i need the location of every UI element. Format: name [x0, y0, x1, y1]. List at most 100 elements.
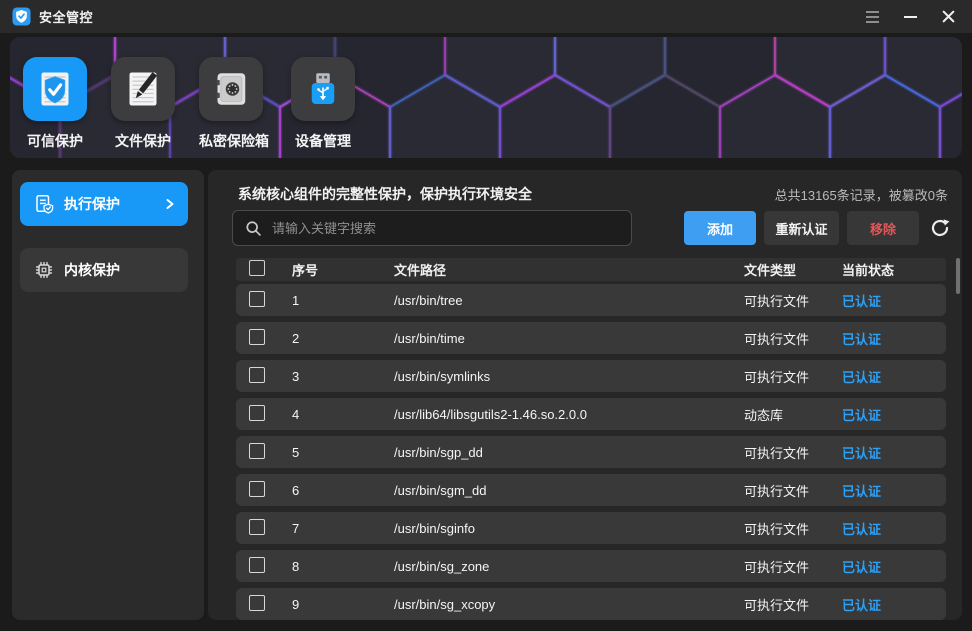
row-checkbox[interactable] [249, 367, 265, 383]
row-index: 8 [292, 559, 394, 574]
row-file-path: /usr/bin/symlinks [394, 369, 744, 384]
row-index: 4 [292, 407, 394, 422]
tab-private-safe[interactable]: 私密保险箱 [199, 57, 263, 151]
row-file-path: /usr/bin/sgp_dd [394, 445, 744, 460]
table-header: 序号 文件路径 文件类型 当前状态 [236, 258, 946, 281]
private-safe-icon [207, 65, 255, 113]
select-all-checkbox[interactable] [249, 260, 265, 276]
row-checkbox[interactable] [249, 519, 265, 535]
row-file-path: /usr/bin/tree [394, 293, 744, 308]
row-status: 已认证 [842, 595, 946, 614]
row-status: 已认证 [842, 557, 946, 576]
row-file-type: 可执行文件 [744, 443, 842, 462]
execution-protection-icon [34, 194, 54, 214]
table-row[interactable]: 3 /usr/bin/symlinks 可执行文件 已认证 [236, 360, 946, 392]
row-checkbox[interactable] [249, 329, 265, 345]
sidebar-item-label: 执行保护 [64, 194, 120, 214]
row-index: 1 [292, 293, 394, 308]
row-file-path: /usr/bin/sg_zone [394, 559, 744, 574]
row-checkbox[interactable] [249, 443, 265, 459]
row-file-type: 可执行文件 [744, 481, 842, 500]
table-row[interactable]: 9 /usr/bin/sg_xcopy 可执行文件 已认证 [236, 588, 946, 620]
row-status: 已认证 [842, 329, 946, 348]
row-status: 已认证 [842, 291, 946, 310]
refresh-icon[interactable] [930, 218, 950, 238]
vertical-scrollbar[interactable] [956, 258, 960, 294]
main-panel: 系统核心组件的完整性保护，保护执行环境安全 总共13165条记录，被篡改0条 添… [208, 170, 962, 620]
file-protection-icon [119, 65, 167, 113]
row-file-type: 可执行文件 [744, 291, 842, 310]
row-status: 已认证 [842, 443, 946, 462]
remove-button[interactable]: 移除 [847, 211, 919, 245]
module-banner: 可信保护 文件保护 [10, 37, 962, 158]
menu-icon[interactable] [864, 9, 880, 25]
sidebar-item-label: 内核保护 [64, 260, 120, 280]
row-checkbox[interactable] [249, 557, 265, 573]
row-checkbox[interactable] [249, 595, 265, 611]
sidebar: 执行保护 内核保护 [12, 170, 204, 620]
row-file-type: 可执行文件 [744, 519, 842, 538]
minimize-icon[interactable] [902, 9, 918, 25]
row-file-path: /usr/lib64/libsgutils2-1.46.so.2.0.0 [394, 407, 744, 422]
row-checkbox[interactable] [249, 291, 265, 307]
row-status: 已认证 [842, 481, 946, 500]
col-file-path: 文件路径 [394, 260, 744, 279]
row-index: 9 [292, 597, 394, 612]
row-file-path: /usr/bin/time [394, 331, 744, 346]
row-file-type: 可执行文件 [744, 329, 842, 348]
app-shield-icon [12, 7, 31, 26]
sidebar-item-execution-protection[interactable]: 执行保护 [20, 182, 188, 226]
row-index: 5 [292, 445, 394, 460]
row-index: 3 [292, 369, 394, 384]
section-description: 系统核心组件的完整性保护，保护执行环境安全 [238, 184, 532, 204]
table-row[interactable]: 5 /usr/bin/sgp_dd 可执行文件 已认证 [236, 436, 946, 468]
tab-label: 文件保护 [111, 131, 175, 151]
col-index: 序号 [292, 260, 394, 279]
row-file-path: /usr/bin/sg_xcopy [394, 597, 744, 612]
close-icon[interactable] [940, 9, 956, 25]
kernel-protection-icon [34, 260, 54, 280]
col-file-type: 文件类型 [744, 260, 842, 279]
tab-trusted-protection[interactable]: 可信保护 [23, 57, 87, 151]
search-box[interactable] [232, 210, 632, 246]
app-window: 安全管控 [0, 0, 972, 631]
table-row[interactable]: 4 /usr/lib64/libsgutils2-1.46.so.2.0.0 动… [236, 398, 946, 430]
record-summary: 总共13165条记录，被篡改0条 [775, 185, 948, 204]
row-checkbox[interactable] [249, 405, 265, 421]
row-status: 已认证 [842, 519, 946, 538]
row-index: 7 [292, 521, 394, 536]
row-file-type: 可执行文件 [744, 557, 842, 576]
table-row[interactable]: 6 /usr/bin/sgm_dd 可执行文件 已认证 [236, 474, 946, 506]
search-icon [245, 220, 262, 237]
add-button[interactable]: 添加 [684, 211, 756, 245]
row-file-type: 可执行文件 [744, 595, 842, 614]
tab-label: 设备管理 [291, 131, 355, 151]
table-row[interactable]: 7 /usr/bin/sginfo 可执行文件 已认证 [236, 512, 946, 544]
row-index: 2 [292, 331, 394, 346]
table-row[interactable]: 2 /usr/bin/time 可执行文件 已认证 [236, 322, 946, 354]
table-row[interactable]: 1 /usr/bin/tree 可执行文件 已认证 [236, 284, 946, 316]
table-row[interactable]: 8 /usr/bin/sg_zone 可执行文件 已认证 [236, 550, 946, 582]
row-index: 6 [292, 483, 394, 498]
row-file-type: 动态库 [744, 405, 842, 424]
row-file-path: /usr/bin/sginfo [394, 521, 744, 536]
col-status: 当前状态 [842, 260, 946, 279]
reauth-button[interactable]: 重新认证 [764, 211, 839, 245]
device-management-icon [299, 65, 347, 113]
trusted-protection-icon [31, 65, 79, 113]
row-status: 已认证 [842, 405, 946, 424]
row-checkbox[interactable] [249, 481, 265, 497]
tab-label: 可信保护 [23, 131, 87, 151]
chevron-right-icon [164, 198, 176, 210]
table-body: 1 /usr/bin/tree 可执行文件 已认证 2 /usr/bin/tim… [236, 284, 946, 626]
titlebar: 安全管控 [0, 0, 972, 33]
tab-device-management[interactable]: 设备管理 [291, 57, 355, 151]
row-file-path: /usr/bin/sgm_dd [394, 483, 744, 498]
sidebar-item-kernel-protection[interactable]: 内核保护 [20, 248, 188, 292]
tab-file-protection[interactable]: 文件保护 [111, 57, 175, 151]
window-title: 安全管控 [39, 7, 93, 26]
search-input[interactable] [270, 220, 623, 237]
row-file-type: 可执行文件 [744, 367, 842, 386]
tab-label: 私密保险箱 [199, 131, 263, 151]
row-status: 已认证 [842, 367, 946, 386]
